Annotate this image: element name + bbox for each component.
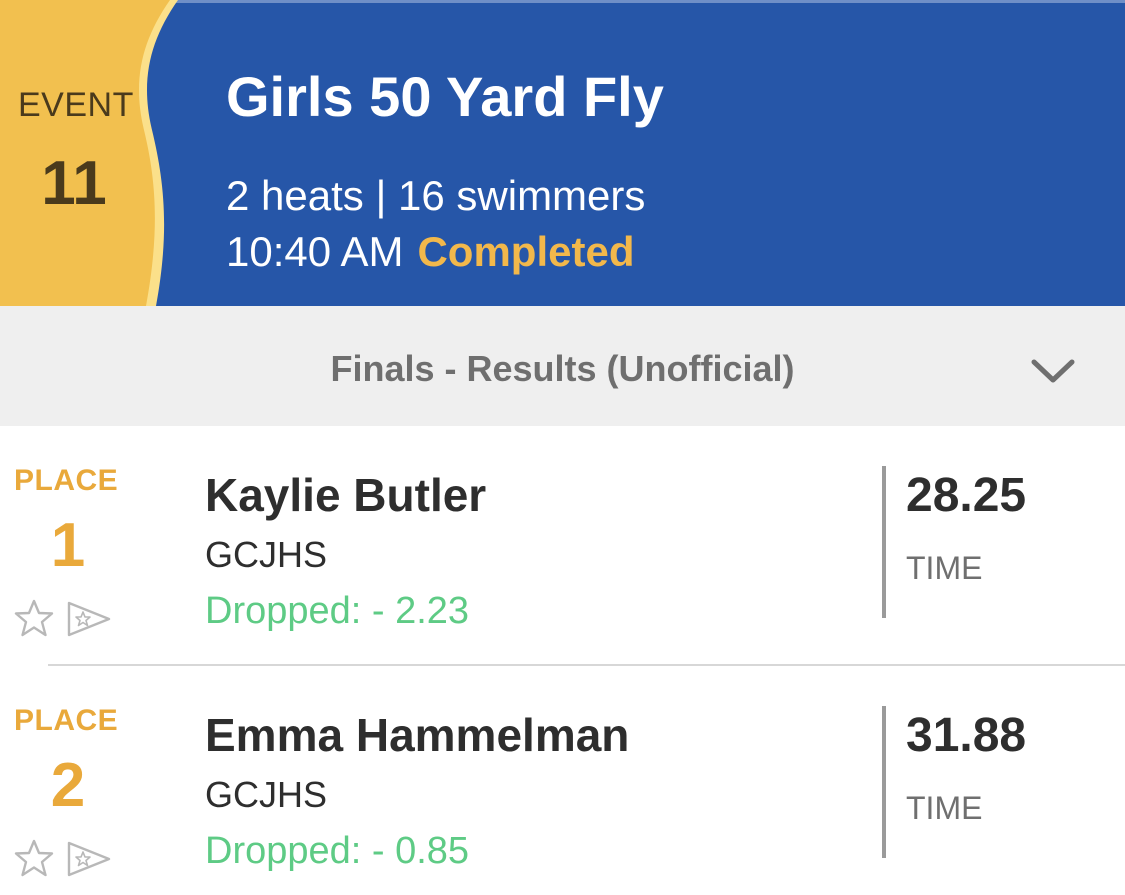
event-title: Girls 50 Yard Fly <box>226 65 664 128</box>
event-time-status: 10:40 AM Completed <box>226 228 634 276</box>
event-time: 10:40 AM <box>226 228 404 275</box>
place-label: PLACE <box>14 464 119 497</box>
event-status: Completed <box>417 228 635 275</box>
swim-time: 28.25 <box>906 469 1027 522</box>
time-label: TIME <box>906 790 983 826</box>
results-selector-label: Finals - Results (Unofficial) <box>330 348 795 389</box>
event-label: EVENT <box>18 86 134 124</box>
time-divider <box>882 466 886 618</box>
time-divider <box>882 706 886 858</box>
event-number: 11 <box>41 149 107 218</box>
result-row[interactable]: PLACE 1 Kaylie Butler GCJHS Dropped: - 2… <box>0 426 1125 666</box>
chevron-down-icon[interactable] <box>1030 356 1076 386</box>
favorite-star-icon[interactable] <box>14 598 54 638</box>
favorite-star-icon[interactable] <box>14 838 54 878</box>
swim-time: 31.88 <box>906 709 1027 762</box>
share-flag-icon[interactable] <box>66 840 112 878</box>
event-header: EVENT 11 Girls 50 Yard Fly 2 heats | 16 … <box>0 0 1125 306</box>
swimmer-team: GCJHS <box>205 534 328 575</box>
swimmer-name: Kaylie Butler <box>205 469 487 521</box>
place-label: PLACE <box>14 704 119 737</box>
place-number: 1 <box>50 511 86 580</box>
time-label: TIME <box>906 550 983 586</box>
share-flag-icon[interactable] <box>66 600 112 638</box>
swimmer-name: Emma Hammelman <box>205 709 630 761</box>
swimmer-team: GCJHS <box>205 774 328 815</box>
time-dropped: Dropped: - 0.85 <box>205 830 470 872</box>
results-selector[interactable]: Finals - Results (Unofficial) <box>0 306 1125 426</box>
result-row[interactable]: PLACE 2 Emma Hammelman GCJHS Dropped: - … <box>0 666 1125 895</box>
event-number-tab: EVENT 11 <box>0 0 185 306</box>
event-heats-swimmers: 2 heats | 16 swimmers <box>226 172 646 219</box>
time-dropped: Dropped: - 2.23 <box>205 590 470 632</box>
place-number: 2 <box>50 751 86 820</box>
